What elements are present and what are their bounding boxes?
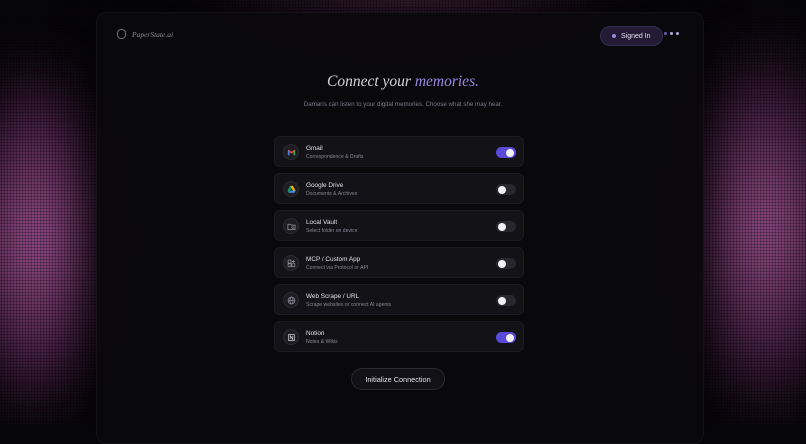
signed-in-label: Signed In bbox=[621, 32, 651, 40]
toggle-google-drive[interactable] bbox=[496, 184, 516, 195]
globe-icon bbox=[283, 292, 299, 308]
brand-logo[interactable]: PaperState.ai bbox=[117, 29, 173, 39]
connection-name: MCP / Custom App bbox=[306, 256, 361, 263]
connection-row-mcp-custom-app[interactable]: MCP / Custom App Connect via Protocol or… bbox=[274, 247, 524, 278]
brand-name: PaperState.ai bbox=[132, 29, 174, 39]
toggle-web-scrape[interactable] bbox=[496, 295, 516, 306]
title-accent: memories. bbox=[414, 73, 479, 90]
drive-icon bbox=[283, 181, 299, 197]
ellipsis-icon[interactable] bbox=[664, 32, 679, 35]
folder-icon bbox=[283, 218, 299, 234]
initialize-connection-button[interactable]: Initialize Connection bbox=[351, 368, 445, 390]
connection-row-notion[interactable]: Notion Notes & Wikis bbox=[274, 321, 524, 352]
connection-desc: Notes & Wikis bbox=[306, 339, 338, 345]
connection-desc: Scrape websites or connect AI agents bbox=[306, 302, 392, 308]
title-prefix: Connect your bbox=[327, 73, 411, 90]
connection-name: Google Drive bbox=[306, 182, 344, 189]
app-grid-icon bbox=[283, 255, 299, 271]
toggle-local-vault[interactable] bbox=[496, 221, 516, 232]
connection-name: Web Scrape / URL bbox=[306, 293, 360, 300]
connection-name: Gmail bbox=[306, 145, 323, 152]
toggle-mcp-custom-app[interactable] bbox=[496, 258, 516, 269]
connection-row-web-scrape[interactable]: Web Scrape / URL Scrape websites or conn… bbox=[274, 284, 524, 315]
connection-desc: Select folder on device bbox=[306, 228, 358, 234]
connection-name: Local Vault bbox=[306, 219, 338, 226]
connection-desc: Documents & Archives bbox=[306, 191, 358, 197]
connection-name: Notion bbox=[306, 330, 325, 337]
gmail-icon bbox=[283, 144, 299, 160]
connection-row-gmail[interactable]: Gmail Correspondence & Drafts bbox=[274, 136, 524, 167]
page-title: Connect your memories. bbox=[0, 73, 806, 91]
toggle-gmail[interactable] bbox=[496, 147, 516, 158]
connection-row-local-vault[interactable]: Local Vault Select folder on device bbox=[274, 210, 524, 241]
connection-desc: Correspondence & Drafts bbox=[306, 154, 364, 160]
logo-mark-icon bbox=[117, 29, 126, 39]
toggle-notion[interactable] bbox=[496, 332, 516, 343]
status-dot-icon bbox=[612, 34, 616, 38]
connection-row-google-drive[interactable]: Google Drive Documents & Archives bbox=[274, 173, 524, 204]
connection-desc: Connect via Protocol or API bbox=[306, 265, 369, 271]
page-subtitle: Damaris can listen to your digital memor… bbox=[303, 101, 503, 108]
notion-icon bbox=[283, 329, 299, 345]
signed-in-badge[interactable]: Signed In bbox=[600, 26, 663, 46]
connection-list: Gmail Correspondence & Drafts Google Dri… bbox=[274, 136, 524, 358]
